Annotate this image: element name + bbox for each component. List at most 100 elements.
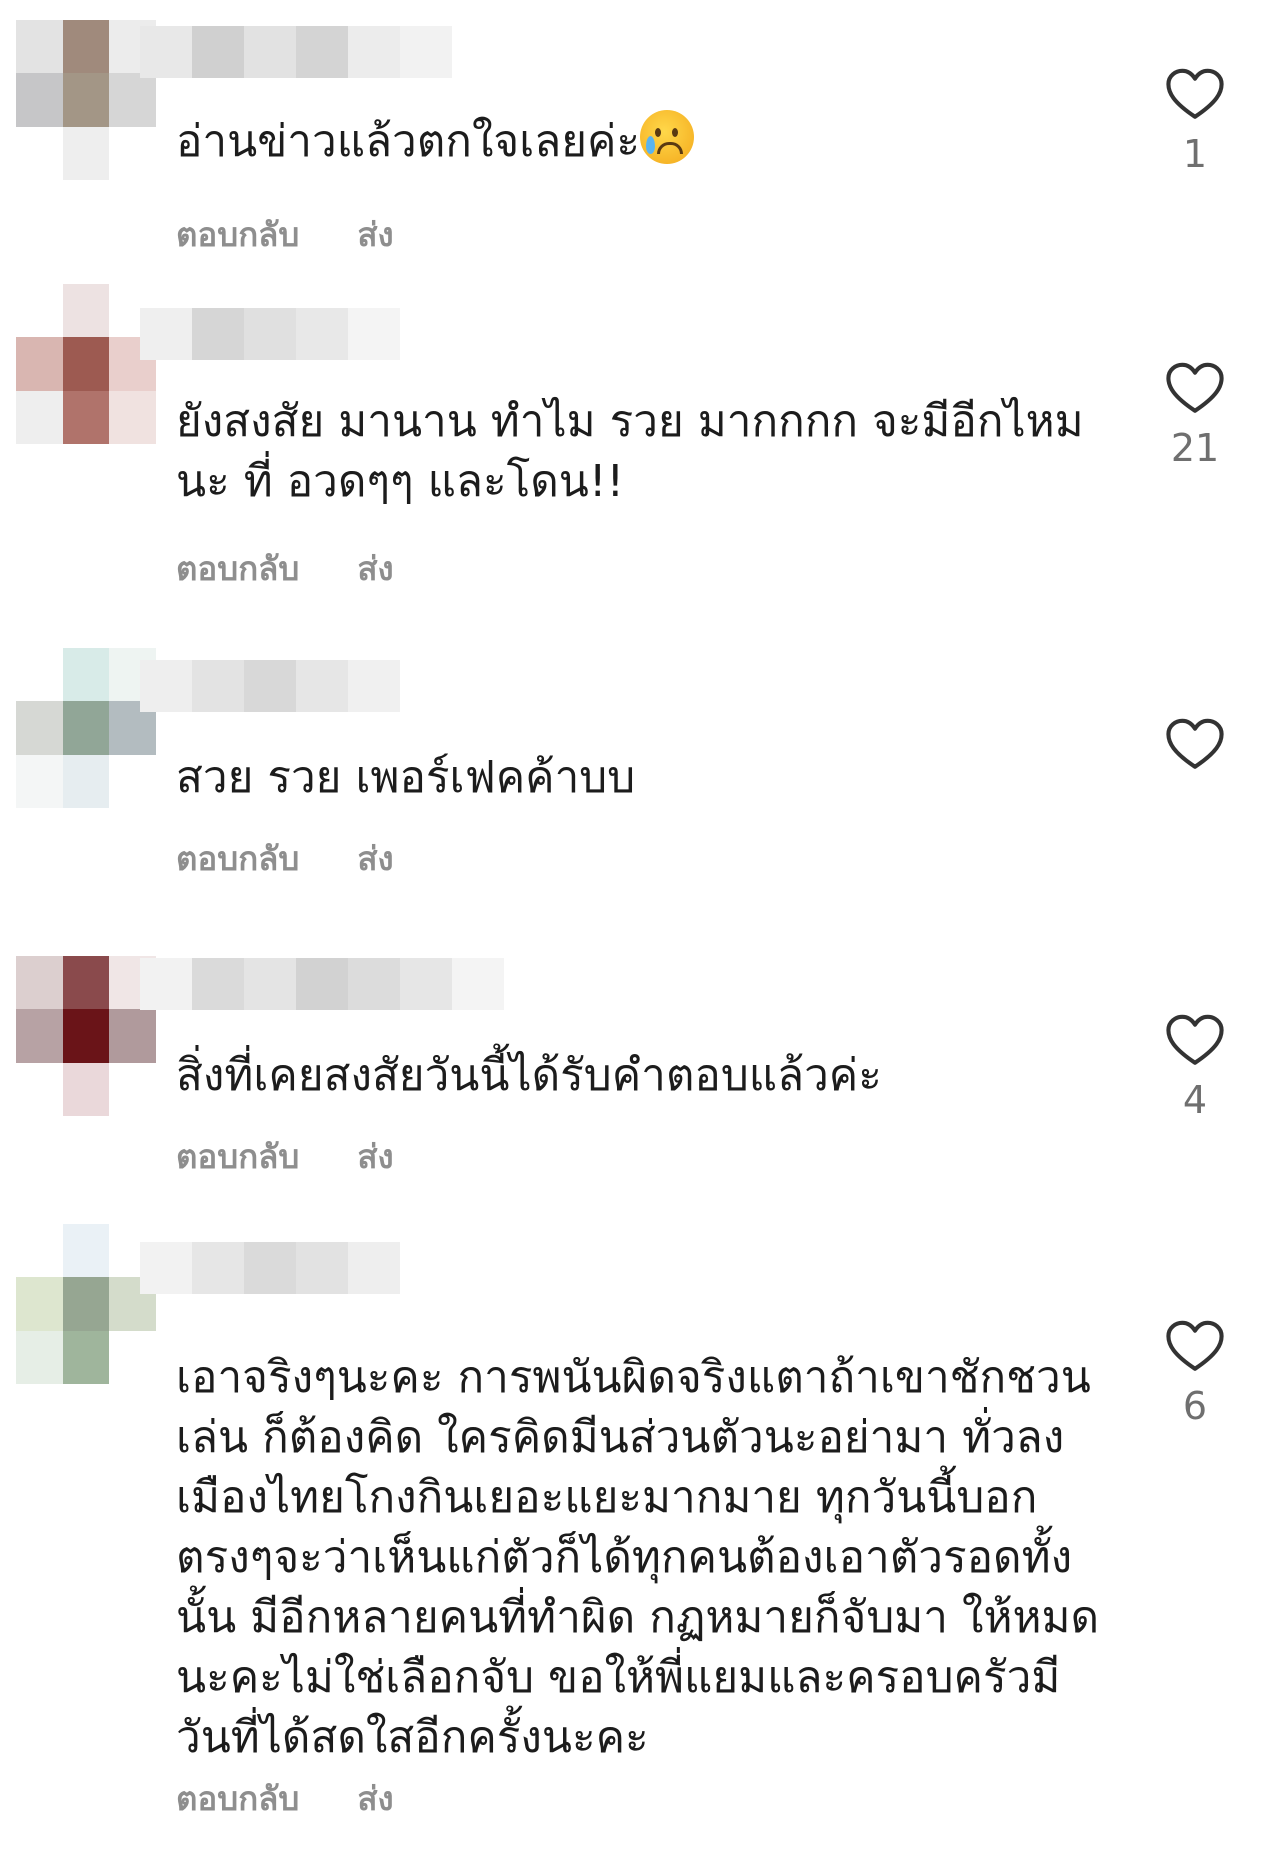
heart-outline-icon[interactable]	[1166, 1320, 1224, 1374]
avatar[interactable]	[16, 284, 156, 444]
send-button[interactable]: ส่ง	[357, 832, 393, 885]
username-pixel	[348, 660, 400, 712]
avatar-pixel	[16, 20, 63, 74]
comment-actions: ตอบกลับ ส่ง	[176, 1772, 394, 1825]
username-pixel	[348, 26, 400, 78]
avatar-pixel	[109, 390, 156, 444]
username-pixel	[400, 958, 452, 1010]
username-pixel	[140, 660, 192, 712]
username-pixel	[296, 26, 348, 78]
comment-actions: ตอบกลับ ส่ง	[176, 1130, 394, 1183]
heart-outline-icon[interactable]	[1166, 718, 1224, 772]
avatar-pixel	[16, 956, 63, 1010]
like-count: 21	[1170, 426, 1220, 470]
like-control: 1	[1160, 68, 1230, 174]
username-pixel	[348, 1242, 400, 1294]
like-control: 6	[1160, 1320, 1230, 1426]
reply-button[interactable]: ตอบกลับ	[176, 542, 299, 595]
comment-text: สิ่งที่เคยสงสัยวันนี้ได้รับคำตอบแล้วค่ะ	[176, 1050, 882, 1101]
avatar-pixel	[62, 126, 110, 180]
like-control: 21	[1160, 362, 1230, 468]
avatar-pixel	[62, 337, 110, 391]
avatar-pixel	[16, 337, 63, 391]
reply-button[interactable]: ตอบกลับ	[176, 208, 299, 261]
username-pixel	[140, 308, 192, 360]
reply-button[interactable]: ตอบกลับ	[176, 1130, 299, 1183]
avatar-pixel	[62, 284, 110, 338]
avatar-pixel	[62, 754, 110, 808]
comment-text: เอาจริงๆนะคะ การพนันผิดจริงแตาถ้าเขาชักช…	[176, 1352, 1100, 1763]
avatar-pixel	[62, 1330, 110, 1384]
heart-outline-icon[interactable]	[1166, 1014, 1224, 1068]
username-blurred[interactable]	[140, 660, 400, 712]
send-button[interactable]: ส่ง	[357, 1130, 393, 1183]
username-pixel	[244, 1242, 296, 1294]
avatar-pixel	[109, 73, 156, 127]
like-count: 1	[1182, 132, 1208, 176]
username-pixel	[244, 308, 296, 360]
comment-actions: ตอบกลับ ส่ง	[176, 832, 394, 885]
heart-outline-icon[interactable]	[1166, 68, 1224, 122]
avatar-pixel	[16, 390, 63, 444]
username-pixel	[348, 958, 400, 1010]
reply-button[interactable]: ตอบกลับ	[176, 1772, 299, 1825]
avatar-pixel	[16, 754, 63, 808]
username-blurred[interactable]	[140, 308, 400, 360]
comment-text: สวย รวย เพอร์เฟคค้าบบ	[176, 752, 636, 803]
avatar[interactable]	[16, 956, 156, 1116]
username-pixel	[348, 308, 400, 360]
username-pixel	[140, 1242, 192, 1294]
avatar-pixel	[16, 1009, 63, 1063]
avatar-pixel	[109, 1330, 156, 1384]
comment-actions: ตอบกลับ ส่ง	[176, 208, 394, 261]
username-pixel	[244, 660, 296, 712]
avatar-pixel	[62, 701, 110, 755]
username-pixel	[296, 1242, 348, 1294]
avatar-pixel	[62, 648, 110, 702]
username-pixel	[192, 958, 244, 1010]
avatar[interactable]	[16, 648, 156, 808]
username-pixel	[140, 958, 192, 1010]
avatar-pixel	[16, 284, 63, 338]
username-pixel	[140, 26, 192, 78]
avatar-pixel	[16, 648, 63, 702]
like-control: 4	[1160, 1014, 1230, 1120]
heart-outline-icon[interactable]	[1166, 362, 1224, 416]
avatar-pixel	[62, 956, 110, 1010]
avatar-pixel	[62, 1224, 110, 1278]
username-blurred[interactable]	[140, 1242, 400, 1294]
avatar-pixel	[16, 1224, 63, 1278]
username-blurred[interactable]	[140, 958, 504, 1010]
avatar-pixel	[62, 390, 110, 444]
like-count: 4	[1182, 1078, 1208, 1122]
comment-text-body: อ่านข่าวแล้วตกใจเลยค่ะ	[176, 116, 641, 167]
avatar-pixel	[62, 1277, 110, 1331]
username-pixel	[296, 660, 348, 712]
send-button[interactable]: ส่ง	[357, 542, 393, 595]
avatar-pixel	[109, 1009, 156, 1063]
username-pixel	[244, 958, 296, 1010]
avatar-pixel	[109, 126, 156, 180]
username-pixel	[192, 1242, 244, 1294]
avatar-pixel	[16, 1330, 63, 1384]
avatar-pixel	[16, 73, 63, 127]
avatar-pixel	[16, 1277, 63, 1331]
send-button[interactable]: ส่ง	[357, 1772, 393, 1825]
avatar-pixel	[109, 1062, 156, 1116]
avatar-pixel	[62, 1009, 110, 1063]
avatar-pixel	[16, 701, 63, 755]
reply-button[interactable]: ตอบกลับ	[176, 832, 299, 885]
like-control	[1160, 718, 1230, 784]
comment-text: ยังสงสัย มานาน ทำไม รวย มากกกก จะมีอีกไห…	[176, 396, 1084, 507]
username-pixel	[192, 308, 244, 360]
username-blurred[interactable]	[140, 26, 452, 78]
crying-face-icon	[640, 110, 695, 164]
username-pixel	[452, 958, 504, 1010]
avatar[interactable]	[16, 1224, 156, 1384]
send-button[interactable]: ส่ง	[357, 208, 393, 261]
avatar-pixel	[109, 754, 156, 808]
username-pixel	[192, 660, 244, 712]
username-pixel	[400, 26, 452, 78]
avatar[interactable]	[16, 20, 156, 180]
avatar-pixel	[16, 1062, 63, 1116]
